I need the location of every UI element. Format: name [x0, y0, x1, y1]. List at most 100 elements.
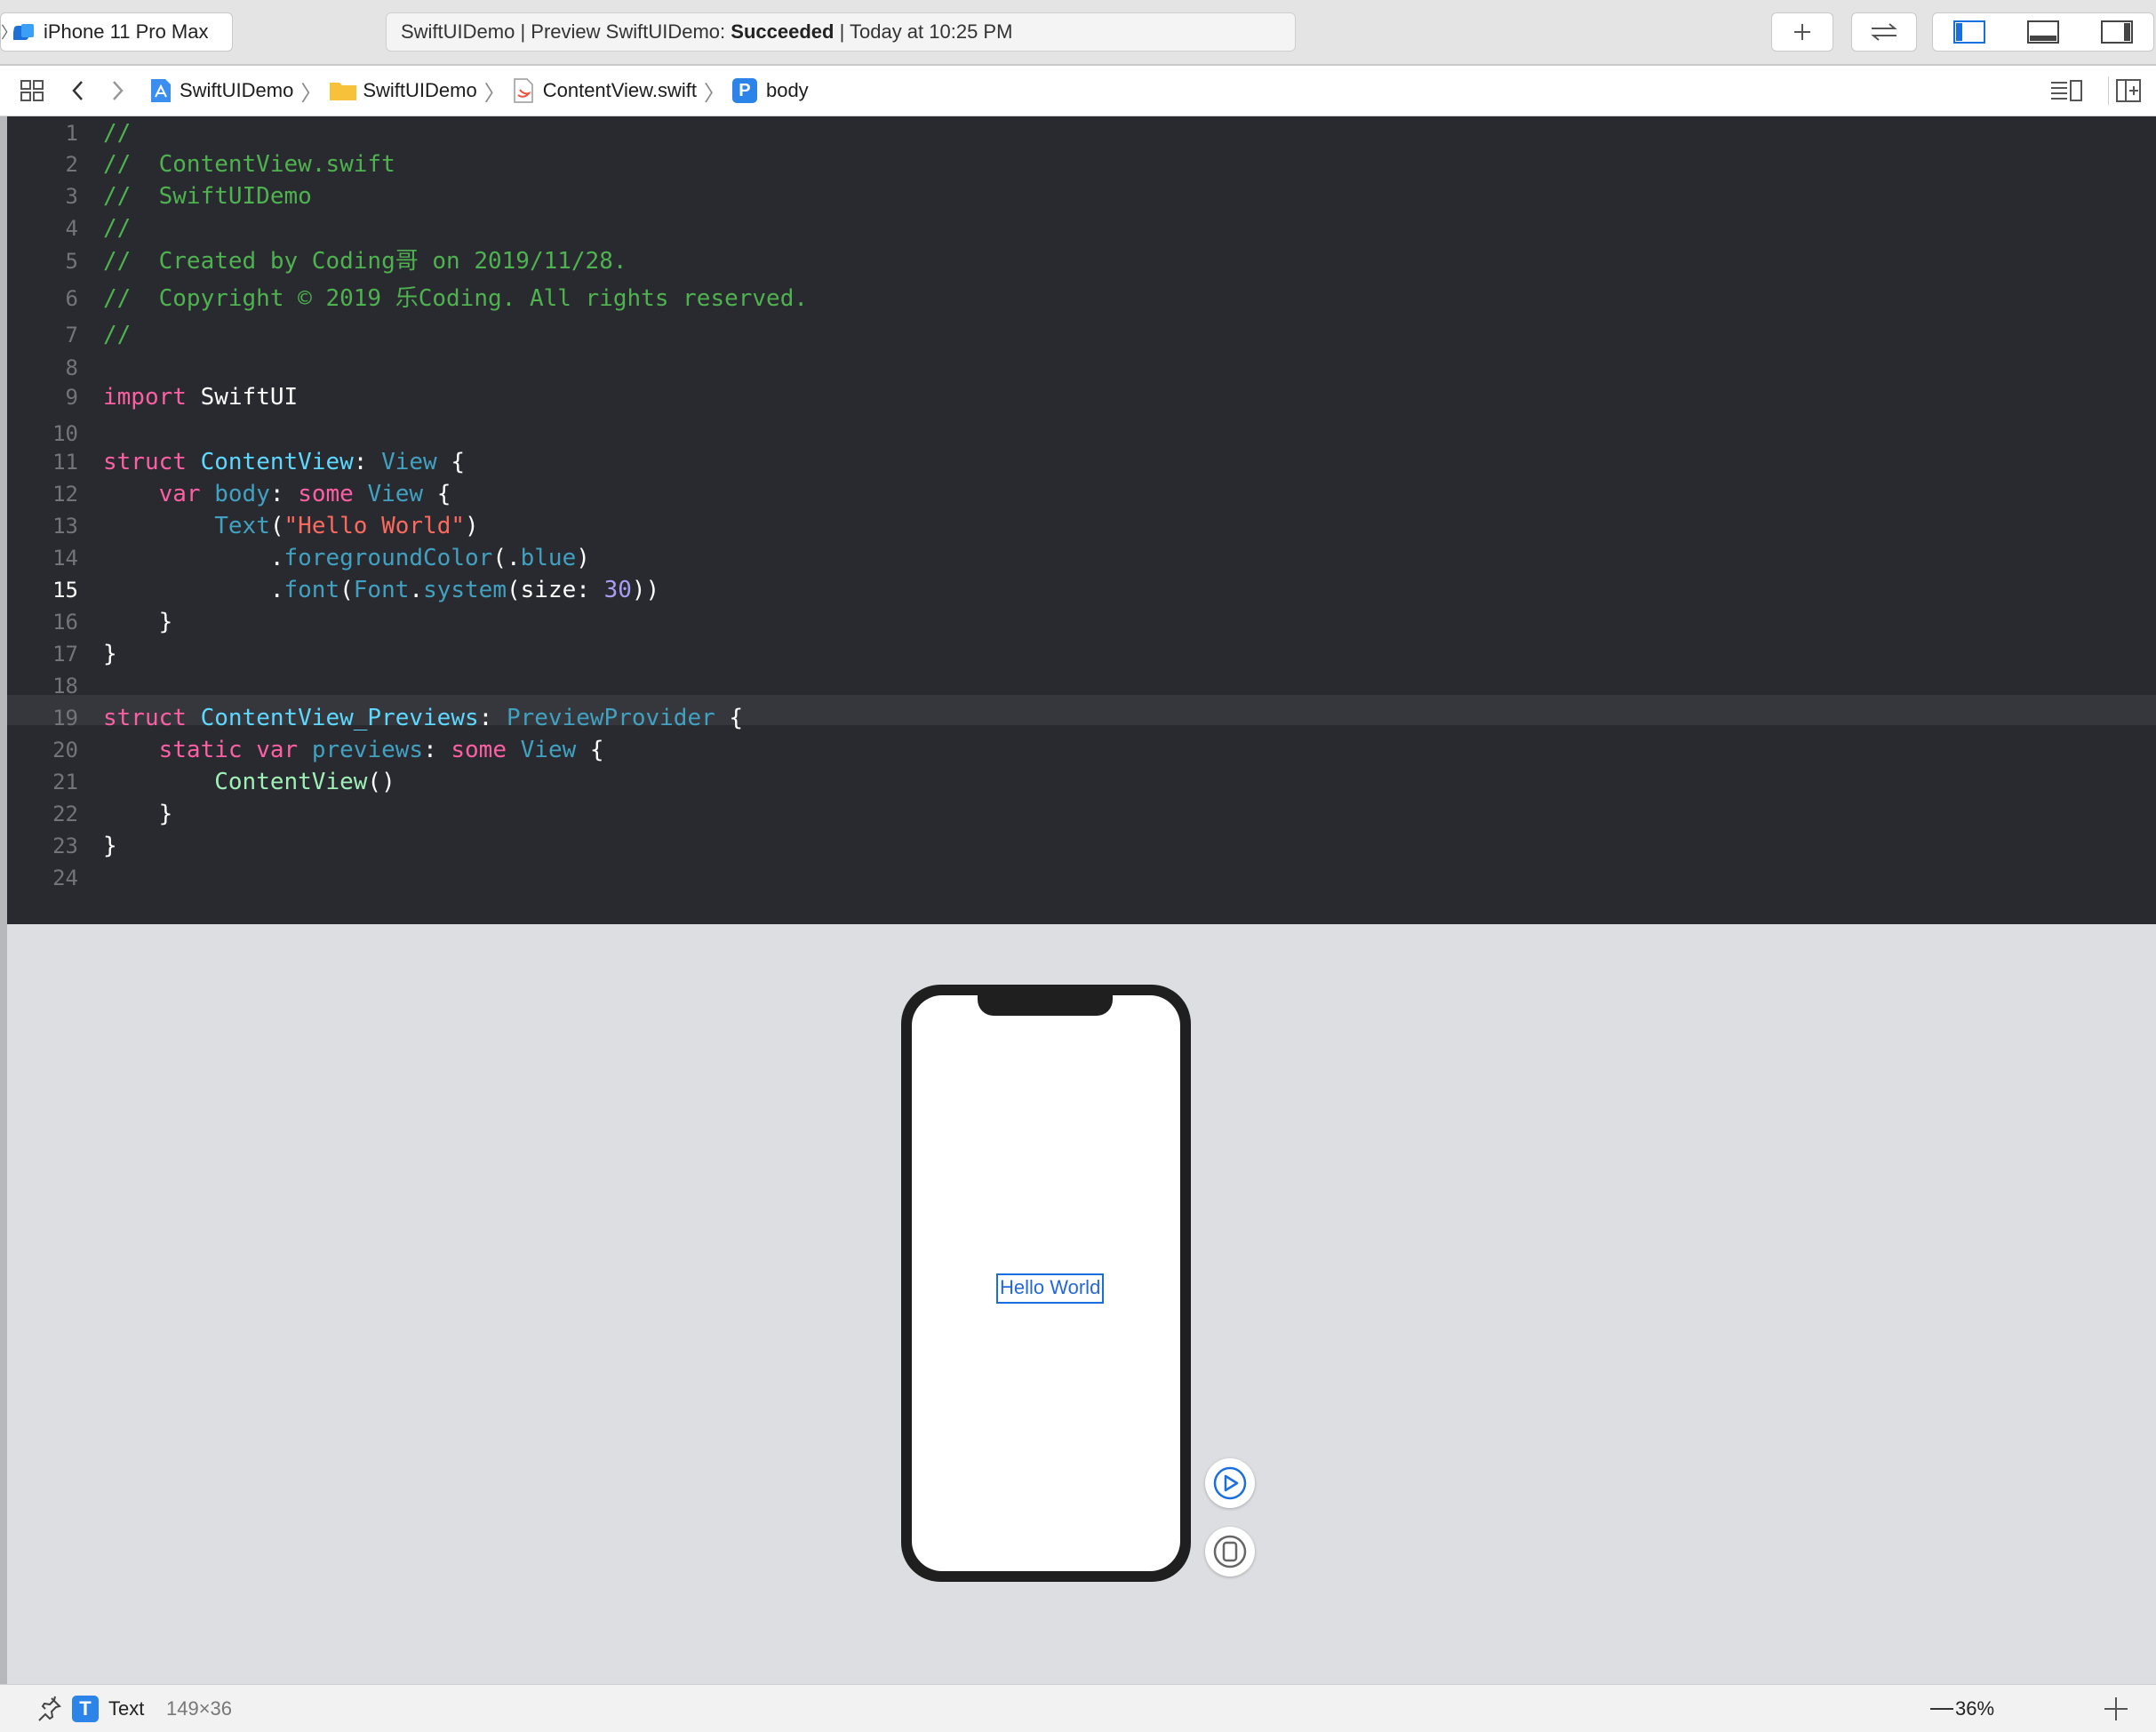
breadcrumb-symbol[interactable]: body	[766, 79, 809, 102]
code-line: 10	[7, 419, 78, 449]
property-name: previews	[298, 737, 424, 763]
code-line: 12 var body: some View {	[7, 479, 451, 509]
scheme-device-label: iPhone 11 Pro Max	[44, 20, 209, 43]
project-icon	[149, 77, 172, 104]
activity-status-bar: SwiftUIDemo | Preview SwiftUIDemo: Succe…	[386, 12, 1296, 52]
punctuation: (	[269, 513, 284, 539]
activity-prefix: SwiftUIDemo | Preview SwiftUIDemo:	[401, 20, 726, 43]
text-element-icon: T	[72, 1696, 99, 1722]
punctuation: :	[269, 481, 299, 507]
line-number: 21	[52, 770, 78, 794]
line-number: 12	[52, 482, 78, 507]
source-editor[interactable]: 1 // 2 // ContentView.swift 3 // SwiftUIDem…	[0, 116, 2156, 924]
code-line: 24	[7, 863, 78, 893]
punctuation: (	[339, 577, 354, 603]
code-line: 13 Text("Hello World")	[7, 511, 479, 541]
punctuation: :	[423, 737, 451, 763]
code-line: 23}	[7, 831, 117, 861]
code-line: 16 }	[7, 607, 172, 637]
code-line: 22 }	[7, 799, 172, 829]
preview-on-device-icon	[1213, 1535, 1247, 1568]
breadcrumb-group[interactable]: SwiftUIDemo	[363, 79, 476, 102]
preview-text-element[interactable]: Hello World	[996, 1273, 1105, 1304]
keyword: some	[451, 737, 507, 763]
property-icon: P	[731, 78, 757, 103]
code-line: 11 struct ContentView: View {	[7, 447, 465, 477]
line-number: 1	[65, 121, 78, 146]
punctuation: (.	[492, 545, 521, 571]
code-line: 5 // Created by Coding哥 on 2019/11/28.	[7, 246, 627, 276]
zoom-in-icon[interactable]	[2103, 1696, 2129, 1722]
breadcrumb-file[interactable]: ContentView.swift	[543, 79, 697, 102]
line-number: 3	[65, 184, 78, 209]
app-target-icon	[12, 22, 36, 42]
chevron-right-icon: 〉	[1, 24, 17, 42]
code-review-button[interactable]	[1851, 12, 1917, 52]
keyword: var	[242, 737, 299, 763]
code-line: 8	[7, 353, 78, 383]
code-line: 18	[7, 671, 78, 701]
code-line-current: 15 .font(Font.system(size: 30))	[7, 575, 659, 605]
code-line: 6 // Copyright © 2019 乐Coding. All rights…	[7, 283, 808, 314]
line-number: 20	[52, 738, 78, 762]
forward-chevron-icon[interactable]	[108, 79, 126, 102]
punctuation: (size:	[506, 577, 604, 603]
debug-area-icon[interactable]	[2026, 20, 2059, 44]
line-number: 24	[52, 866, 78, 890]
editor-options-icon[interactable]	[2049, 78, 2083, 103]
line-number: 10	[52, 421, 78, 446]
zoom-out-icon[interactable]	[1930, 1708, 1953, 1710]
punctuation: {	[423, 481, 451, 507]
code-line: 3 // SwiftUIDemo	[7, 181, 312, 212]
keyword: static	[158, 737, 243, 763]
code-line: 9 import SwiftUI	[7, 382, 299, 412]
breadcrumb-separator: 〉	[300, 81, 323, 106]
zoom-level[interactable]: 36%	[1955, 1685, 1994, 1732]
line-number: 11	[52, 450, 78, 475]
type-ref: View	[353, 481, 424, 507]
back-chevron-icon[interactable]	[69, 79, 87, 102]
panel-toggles	[1932, 12, 2154, 52]
add-icon	[1794, 24, 1810, 40]
add-editor-icon[interactable]	[2115, 78, 2142, 103]
punctuation: .	[269, 545, 284, 571]
divider	[2108, 76, 2109, 105]
code-line: 17}	[7, 639, 117, 669]
punctuation: }	[103, 641, 117, 667]
comment: // Created by Coding哥 on 2019/11/28.	[103, 248, 627, 275]
comment: // Copyright © 2019 乐Coding. All rights …	[103, 285, 809, 312]
pin-icon[interactable]	[36, 1696, 62, 1722]
line-number: 2	[65, 152, 78, 177]
line-number: 23	[52, 834, 78, 858]
inspector-panel-icon[interactable]	[2100, 20, 2133, 44]
punctuation: {	[436, 449, 466, 475]
grid-icon[interactable]	[20, 79, 44, 102]
line-number: 16	[52, 610, 78, 635]
line-number: 7	[65, 323, 78, 347]
line-number: 22	[52, 802, 78, 826]
breadcrumb-separator: 〉	[703, 81, 725, 106]
preview-on-device-button[interactable]	[1205, 1527, 1255, 1576]
punctuation: )	[576, 545, 590, 571]
code-line: 21 ContentView()	[7, 767, 395, 797]
type-name: ContentView	[186, 449, 354, 475]
folder-icon	[329, 80, 357, 101]
punctuation: )	[465, 513, 479, 539]
library-add-button[interactable]	[1771, 12, 1833, 52]
live-preview-button[interactable]	[1205, 1458, 1255, 1508]
punctuation: }	[158, 609, 173, 635]
breadcrumb-project[interactable]: SwiftUIDemo	[180, 79, 293, 102]
navigator-panel-icon[interactable]	[1953, 20, 1986, 44]
window-toolbar: 〉 iPhone 11 Pro Max SwiftUIDemo | Previe…	[0, 0, 2156, 66]
activity-status: Succeeded	[731, 20, 834, 43]
punctuation: :	[478, 705, 507, 731]
line-number: 6	[65, 286, 78, 311]
swap-arrows-icon	[1871, 23, 1897, 41]
punctuation: }	[103, 833, 117, 859]
comment: // ContentView.swift	[103, 151, 395, 178]
canvas-bottom-bar: T Text 149×36 36%	[0, 1684, 2156, 1732]
keyword: struct	[103, 449, 187, 475]
scheme-selector[interactable]: 〉 iPhone 11 Pro Max	[0, 12, 233, 52]
comment: //	[103, 120, 132, 147]
punctuation: :	[353, 449, 382, 475]
